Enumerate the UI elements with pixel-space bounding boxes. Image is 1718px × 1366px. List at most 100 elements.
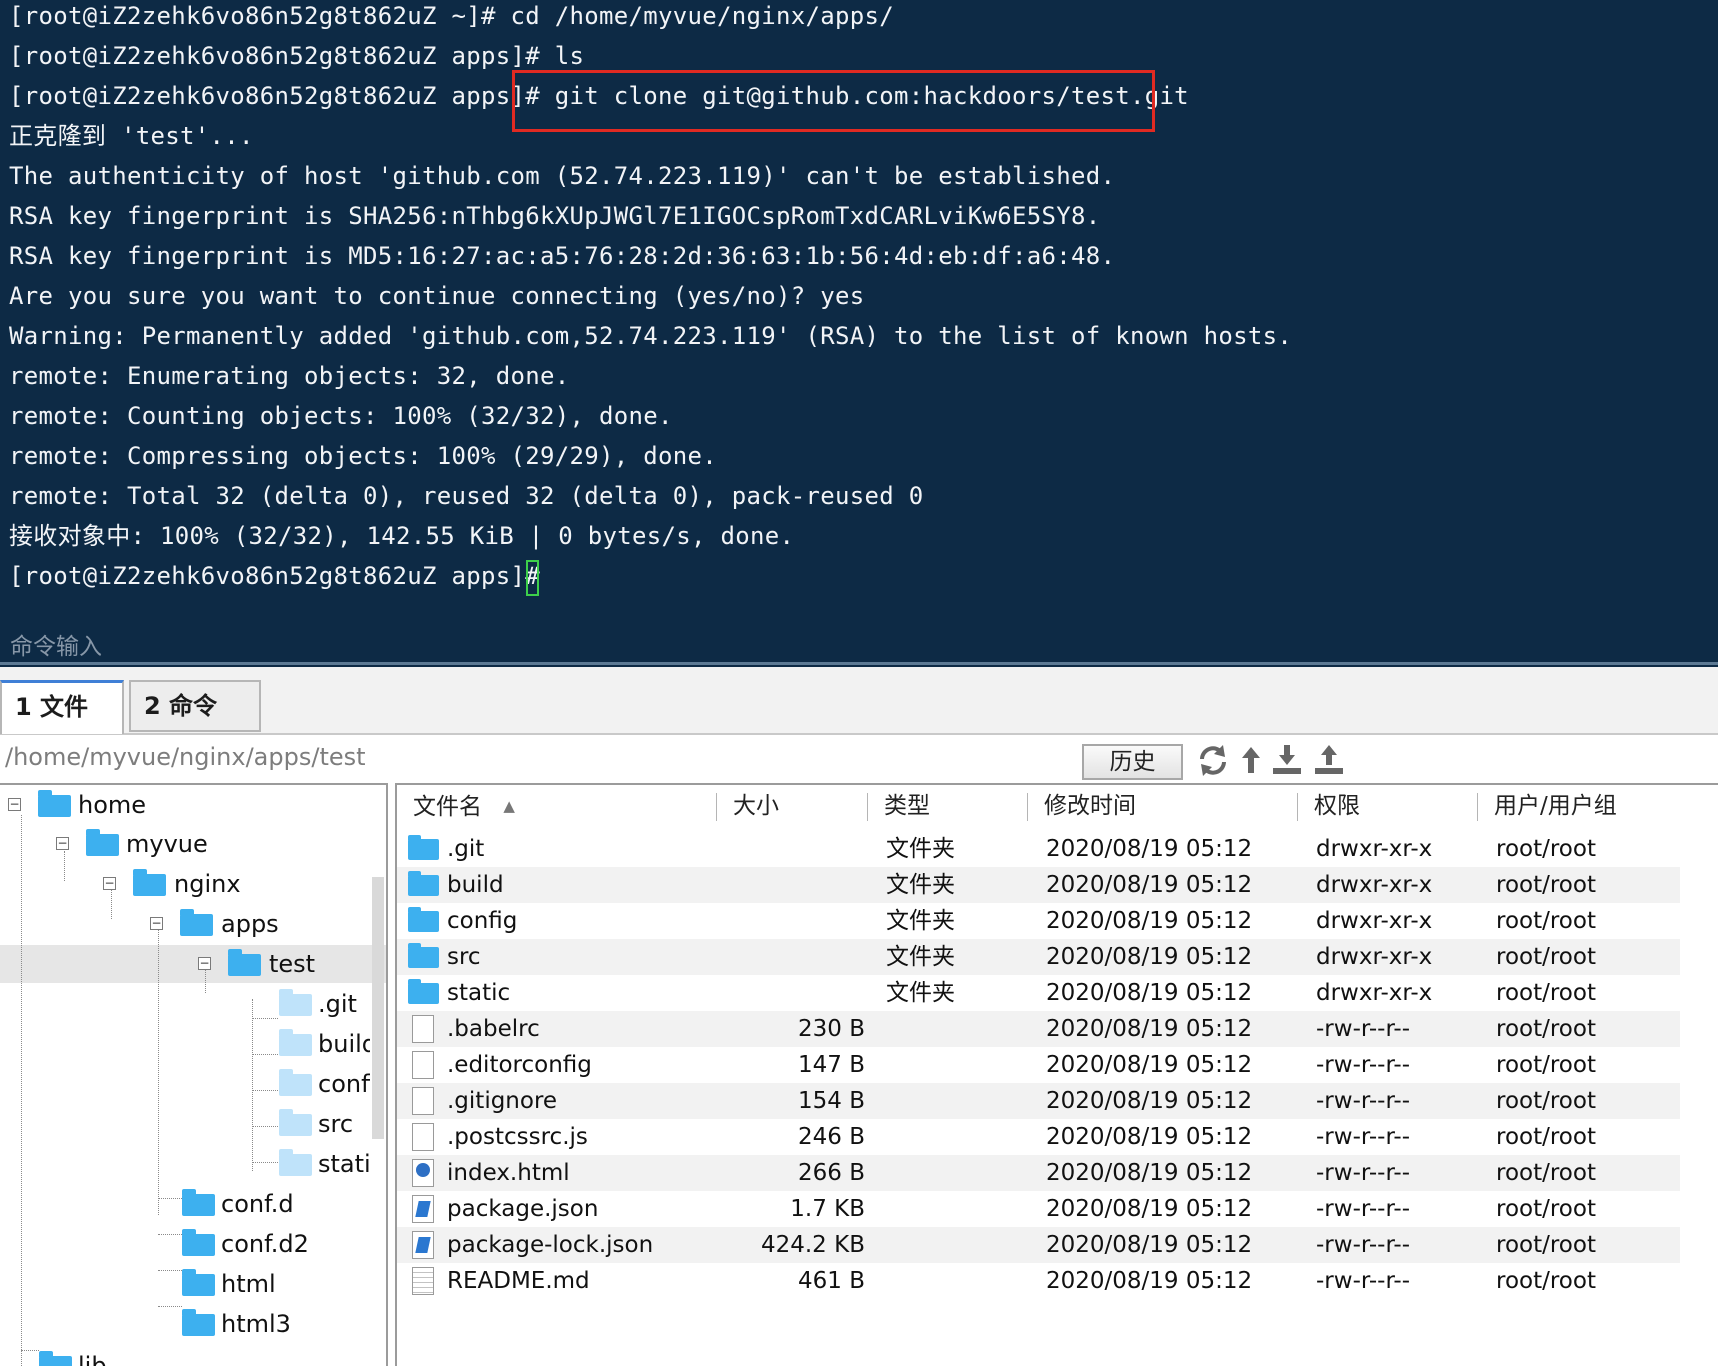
column-header-size[interactable]: 大小 (733, 785, 779, 827)
file-permissions: drwxr-xr-x (1316, 872, 1433, 898)
file-permissions: -rw-r--r-- (1316, 1196, 1411, 1222)
tree-item-src[interactable]: src (0, 1105, 370, 1143)
file-owner: root/root (1496, 944, 1596, 970)
history-button[interactable]: 历史 (1082, 744, 1183, 780)
column-divider[interactable] (716, 793, 717, 821)
terminal-panel[interactable]: [root@iZ2zehk6vo86n52g8t862uZ ~]# cd /ho… (0, 0, 1718, 667)
file-row[interactable]: package.json 1.7 KB 2020/08/19 05:12 -rw-r-… (397, 1191, 1680, 1227)
command-input[interactable]: 命令输入 (10, 627, 102, 661)
column-divider[interactable] (867, 793, 868, 821)
folder-icon (38, 790, 71, 817)
collapse-icon[interactable]: − (150, 917, 163, 930)
tree-item-conf-d[interactable]: conf.d (0, 1185, 386, 1223)
folder-icon (182, 1229, 215, 1256)
file-row[interactable]: package-lock.json 424.2 KB 2020/08/19 05:1… (397, 1227, 1680, 1263)
file-row[interactable]: README.md 461 B 2020/08/19 05:12 -rw-r--r--… (397, 1263, 1680, 1299)
tree-item-label: home (78, 791, 147, 819)
path-input[interactable]: /home/myvue/nginx/apps/test (5, 743, 366, 771)
upload-icon[interactable] (1312, 741, 1346, 779)
tree-item-test[interactable]: − test (0, 945, 386, 983)
column-divider[interactable] (1027, 793, 1028, 821)
folder-icon (180, 909, 213, 936)
tree-item-label: config (318, 1070, 370, 1098)
up-dir-icon[interactable] (1234, 741, 1268, 779)
collapse-icon[interactable]: − (56, 837, 69, 850)
file-icon (412, 1087, 434, 1115)
tree-item-label: html (221, 1270, 276, 1298)
file-row[interactable]: src 文件夹 2020/08/19 05:12 drwxr-xr-x root/roo… (397, 939, 1680, 975)
file-owner: root/root (1496, 1160, 1596, 1186)
column-header-mtime[interactable]: 修改时间 (1044, 785, 1136, 827)
panel-divider[interactable] (0, 662, 1718, 665)
tree-item-html[interactable]: html (0, 1265, 386, 1303)
bottom-tab-bar: 1 文件 2 命令 (0, 667, 1718, 735)
terminal-line: [root@iZ2zehk6vo86n52g8t862uZ apps]# ls (9, 42, 585, 70)
terminal-line: 正克隆到 'test'... (9, 122, 254, 150)
text-file-icon (412, 1267, 434, 1295)
file-row[interactable]: index.html 266 B 2020/08/19 05:12 -rw-r--r-… (397, 1155, 1680, 1191)
tree-item-apps[interactable]: − apps (0, 905, 386, 943)
file-mtime: 2020/08/19 05:12 (1046, 1052, 1253, 1078)
terminal-prompt: [root@iZ2zehk6vo86n52g8t862uZ apps]# (9, 562, 555, 590)
tree-scrollbar[interactable] (372, 877, 384, 1139)
file-row[interactable]: static 文件夹 2020/08/19 05:12 drwxr-xr-x root/… (397, 975, 1680, 1011)
download-icon[interactable] (1270, 741, 1304, 779)
terminal-line: remote: Enumerating objects: 32, done. (9, 362, 570, 390)
file-owner: root/root (1496, 980, 1596, 1006)
file-row[interactable]: config 文件夹 2020/08/19 05:12 drwxr-xr-x root/… (397, 903, 1680, 939)
file-row[interactable]: .postcssrc.js 246 B 2020/08/19 05:12 -rw-r-… (397, 1119, 1680, 1155)
file-mtime: 2020/08/19 05:12 (1046, 1196, 1253, 1222)
file-row[interactable]: build 文件夹 2020/08/19 05:12 drwxr-xr-x root/r… (397, 867, 1680, 903)
column-header-perm[interactable]: 权限 (1314, 785, 1360, 827)
folder-icon (408, 979, 439, 1004)
file-owner: root/root (1496, 1124, 1596, 1150)
tree-item-build[interactable]: build (0, 1025, 370, 1063)
column-divider[interactable] (1297, 793, 1298, 821)
file-row[interactable]: .babelrc 230 B 2020/08/19 05:12 -rw-r--r-- r… (397, 1011, 1680, 1047)
tree-item-label: apps (221, 910, 279, 938)
tree-item-label: src (318, 1110, 354, 1138)
tree-item-html3[interactable]: html3 (0, 1305, 386, 1343)
refresh-icon[interactable] (1196, 741, 1230, 779)
file-row[interactable]: .editorconfig 147 B 2020/08/19 05:12 -rw-r-… (397, 1047, 1680, 1083)
tree-item-nginx[interactable]: − nginx (0, 865, 386, 903)
file-permissions: -rw-r--r-- (1316, 1160, 1411, 1186)
tree-item-home[interactable]: − home (0, 786, 386, 824)
collapse-icon[interactable]: − (103, 877, 116, 890)
column-header-owner[interactable]: 用户/用户组 (1494, 785, 1617, 827)
tab-files[interactable]: 1 文件 (0, 680, 124, 734)
tree-item-conf-d2[interactable]: conf.d2 (0, 1225, 386, 1263)
column-header-label: 文件名 (413, 794, 482, 820)
file-permissions: -rw-r--r-- (1316, 1088, 1411, 1114)
tree-item-static[interactable]: static (0, 1145, 370, 1183)
tree-item-config[interactable]: config (0, 1065, 370, 1103)
file-size: 1.7 KB (790, 1196, 865, 1222)
file-list[interactable]: 文件名 ▲ 大小 类型 修改时间 权限 用户/用户组 .git 文件夹 2020/0… (395, 783, 1718, 1366)
directory-tree[interactable]: − home − myvue − nginx − apps − test .gi… (0, 783, 388, 1366)
column-header-name[interactable]: 文件名 ▲ (413, 785, 515, 827)
tree-item-label: test (269, 950, 316, 978)
file-name: .gitignore (447, 1088, 558, 1114)
tab-commands[interactable]: 2 命令 (129, 680, 261, 732)
file-icon (412, 1015, 434, 1043)
collapse-icon[interactable]: − (8, 798, 21, 811)
column-divider[interactable] (1477, 793, 1478, 821)
file-mtime: 2020/08/19 05:12 (1046, 1160, 1253, 1186)
collapse-icon[interactable]: − (198, 957, 211, 970)
file-name: .git (447, 836, 485, 862)
tree-item-lib[interactable]: lib (0, 1347, 386, 1366)
file-row[interactable]: .git 文件夹 2020/08/19 05:12 drwxr-xr-x root/ro… (397, 831, 1680, 867)
file-owner: root/root (1496, 908, 1596, 934)
file-permissions: drwxr-xr-x (1316, 908, 1433, 934)
file-name: static (447, 980, 511, 1006)
column-header-type[interactable]: 类型 (884, 785, 930, 827)
folder-icon (182, 1269, 215, 1296)
file-size: 266 B (798, 1160, 865, 1186)
terminal-line: The authenticity of host 'github.com (52… (9, 162, 1116, 190)
tree-item-git[interactable]: .git (0, 985, 370, 1023)
folder-icon (279, 1109, 312, 1136)
tree-item-myvue[interactable]: − myvue (0, 825, 386, 863)
tree-item-label: myvue (126, 830, 208, 858)
file-row[interactable]: .gitignore 154 B 2020/08/19 05:12 -rw-r--r-… (397, 1083, 1680, 1119)
folder-icon (228, 949, 261, 976)
